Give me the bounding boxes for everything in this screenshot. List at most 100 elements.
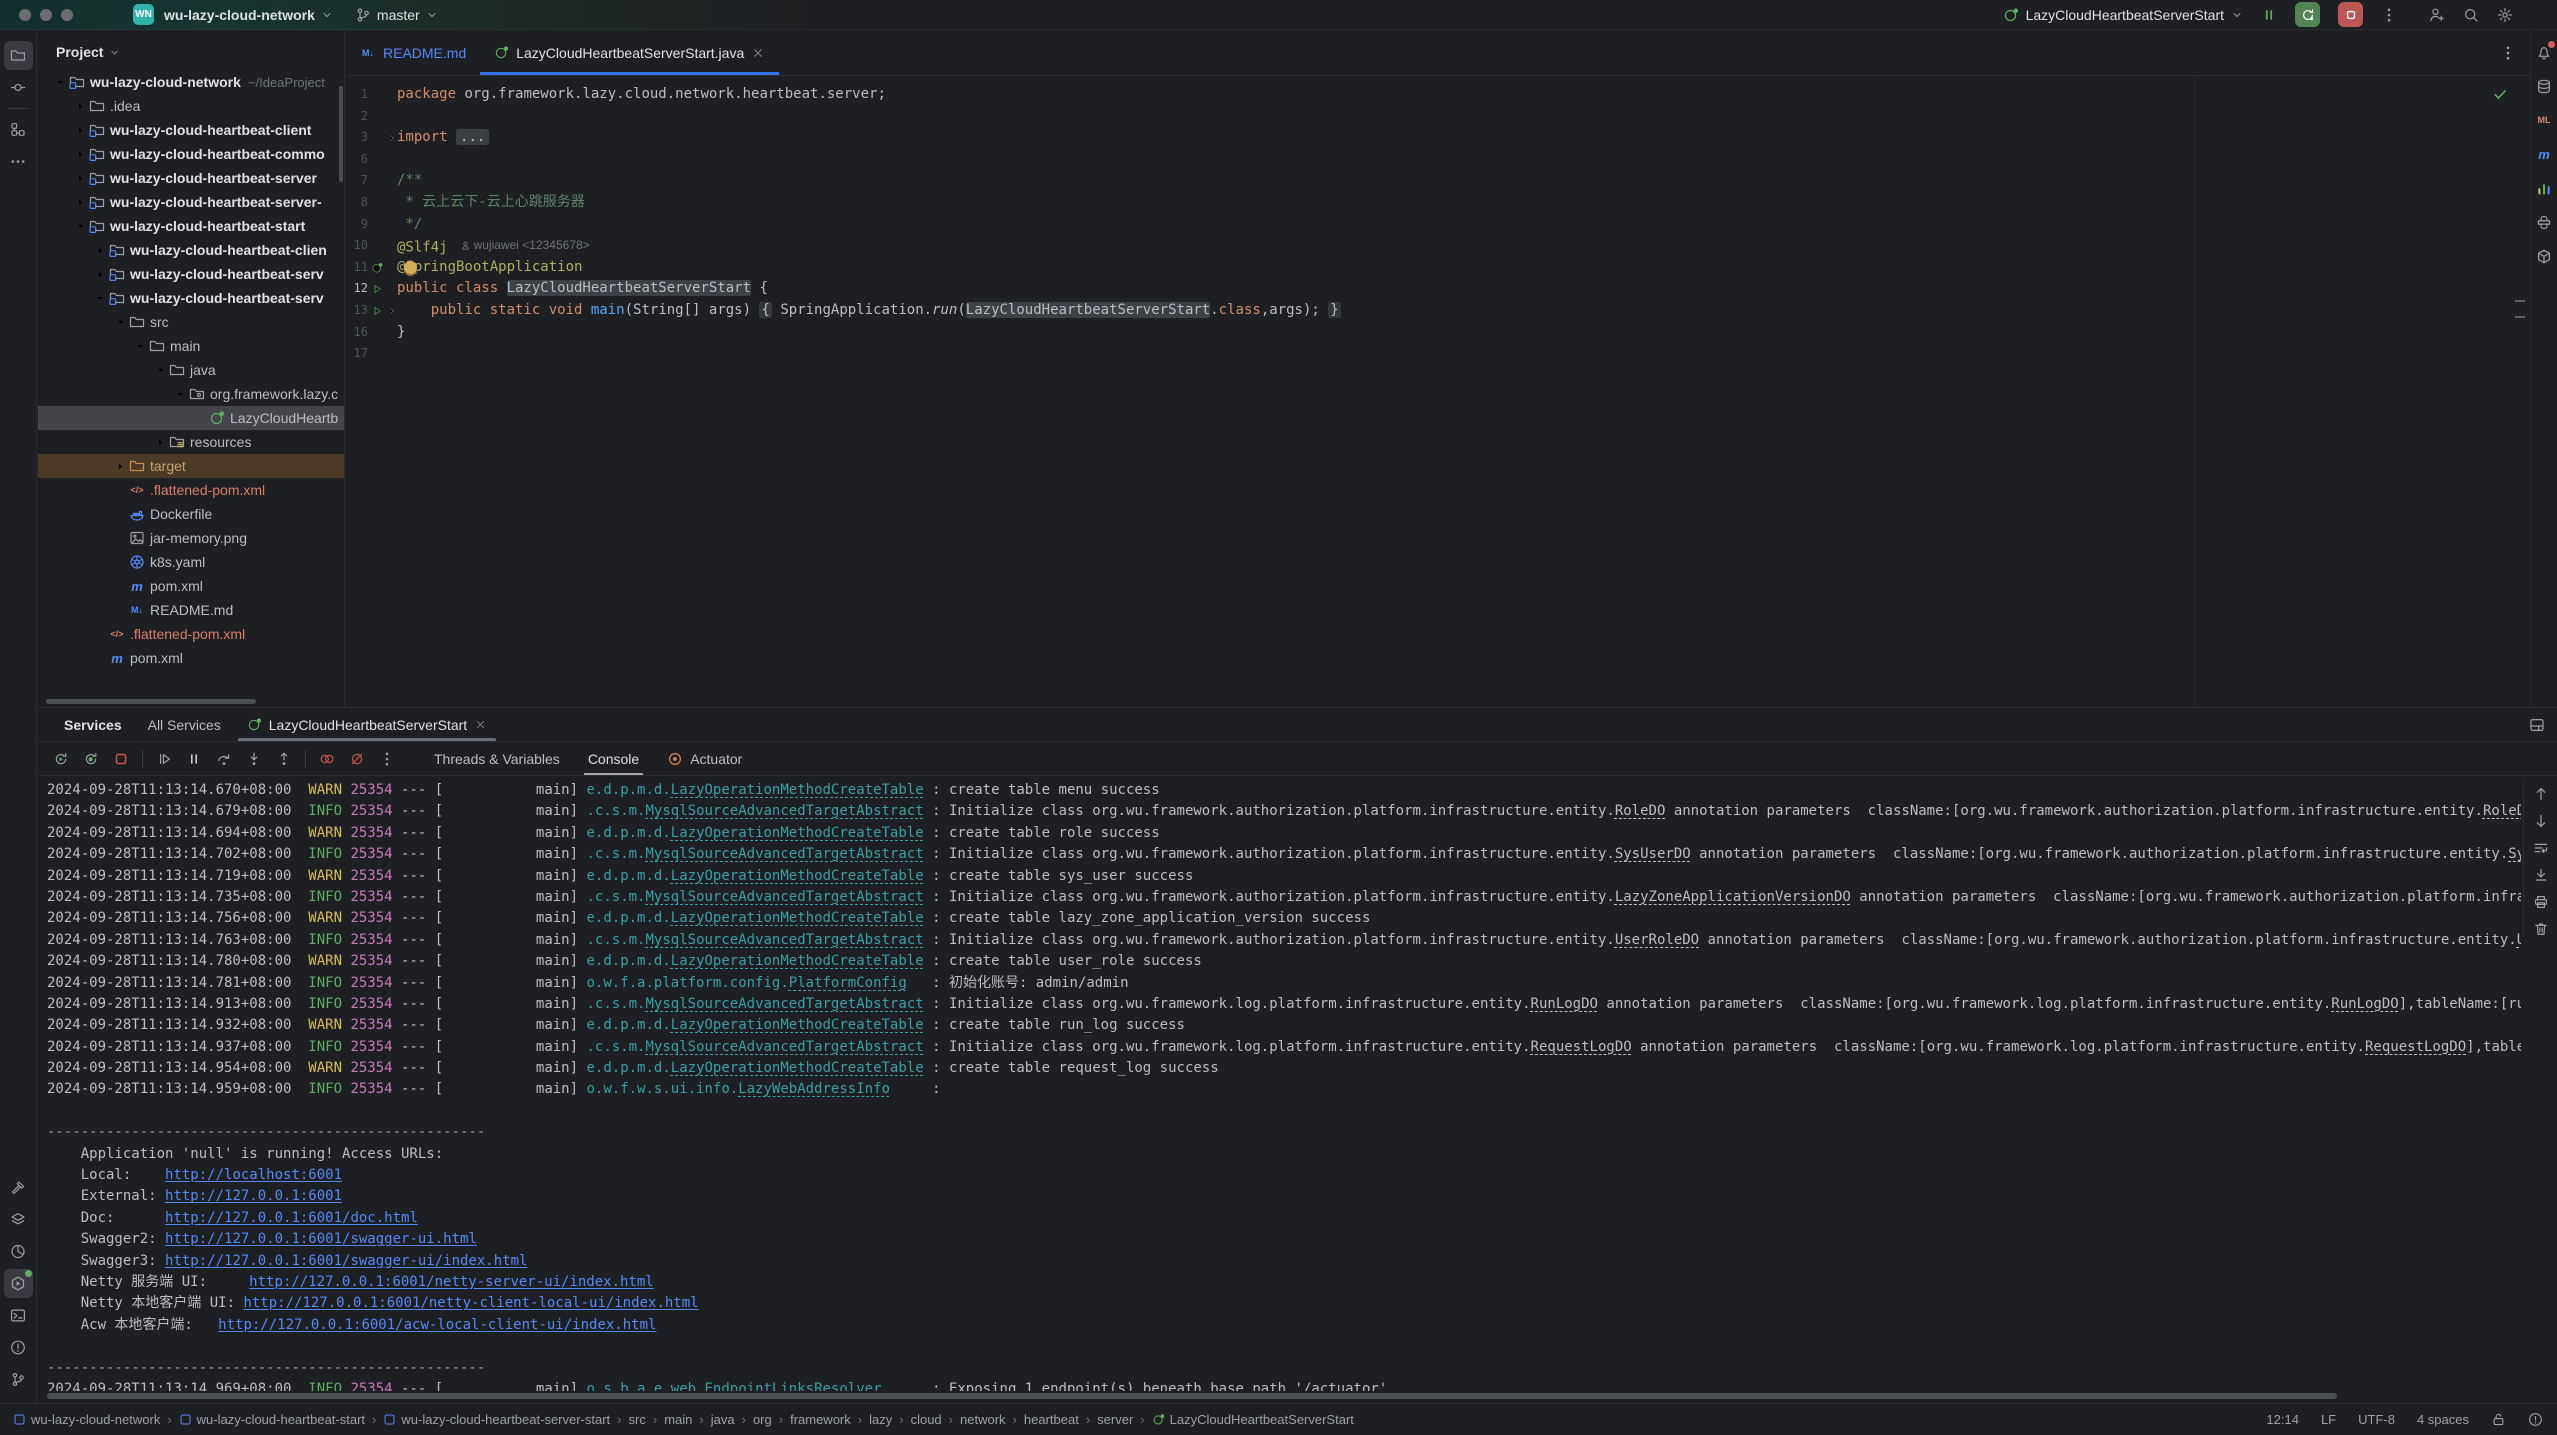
tool-stripe-item-structure[interactable]: [4, 115, 33, 144]
logger-link[interactable]: LazyOperationMethodCreateTable: [671, 825, 924, 841]
run-gutter-icon[interactable]: [368, 300, 386, 322]
logger-link[interactable]: LazyOperationMethodCreateTable: [671, 868, 924, 884]
tool-stripe-item-maven[interactable]: m: [2532, 142, 2556, 166]
logger-link[interactable]: MysqlSourceAdvancedTargetAbstract: [646, 932, 924, 948]
console-link[interactable]: http://localhost:6001: [165, 1167, 342, 1183]
tab-services[interactable]: Services: [51, 708, 135, 741]
tool-stripe-item-python-plugin[interactable]: [2532, 210, 2556, 234]
breadcrumb-item[interactable]: main: [664, 1412, 692, 1427]
console-horizontal-scrollbar[interactable]: [47, 1393, 2337, 1399]
tool-stripe-item-problems[interactable]: [4, 1333, 33, 1362]
tree-item[interactable]: wu-lazy-cloud-heartbeat-client: [38, 118, 344, 142]
logger-link[interactable]: MysqlSourceAdvancedTargetAbstract: [646, 846, 924, 862]
code-with-me-button[interactable]: [2429, 7, 2445, 23]
tree-item[interactable]: wu-lazy-cloud-heartbeat-serv: [38, 262, 344, 286]
logger-link[interactable]: MysqlSourceAdvancedTargetAbstract: [646, 996, 924, 1012]
tree-item[interactable]: </>.flattened-pom.xml: [38, 622, 344, 646]
chevron-collapsed-icon[interactable]: [72, 125, 89, 136]
console-output[interactable]: 2024-09-28T11:13:14.670+08:00 WARN 25354…: [38, 777, 2521, 1391]
breadcrumb-item[interactable]: src: [629, 1412, 646, 1427]
notifications-icon[interactable]: [2528, 1412, 2543, 1427]
tree-item[interactable]: src: [38, 310, 344, 334]
tool-stripe-item-database[interactable]: [2532, 74, 2556, 98]
tool-stripe-item-version-control[interactable]: [4, 1365, 33, 1394]
tool-stripe-item-packages[interactable]: [4, 1205, 33, 1234]
tree-item[interactable]: wu-lazy-cloud-heartbeat-clien: [38, 238, 344, 262]
logger-link[interactable]: LazyOperationMethodCreateTable: [671, 953, 924, 969]
rerun-button[interactable]: [48, 746, 74, 772]
view-breakpoints-button[interactable]: [344, 746, 370, 772]
breadcrumb-item[interactable]: heartbeat: [1024, 1412, 1079, 1427]
breadcrumb-item[interactable]: wu-lazy-cloud-heartbeat-server-start: [383, 1412, 610, 1427]
branch-widget[interactable]: master: [355, 7, 438, 23]
inspections-ok-icon[interactable]: [2492, 86, 2508, 102]
chevron-expanded-icon[interactable]: [152, 365, 169, 376]
debugger-tab-threads-variables[interactable]: Threads & Variables: [420, 742, 574, 775]
window-controls[interactable]: [19, 9, 73, 21]
chevron-collapsed-icon[interactable]: [112, 461, 129, 472]
chevron-expanded-icon[interactable]: [72, 221, 89, 232]
tree-item[interactable]: M↓README.md: [38, 598, 344, 622]
close-icon[interactable]: [474, 718, 487, 731]
tree-item[interactable]: mpom.xml: [38, 646, 344, 670]
tree-item[interactable]: resources: [38, 430, 344, 454]
tree-item[interactable]: org.framework.lazy.c: [38, 382, 344, 406]
tree-item[interactable]: target: [38, 454, 344, 478]
tree-item[interactable]: wu-lazy-cloud-network~/IdeaProject: [38, 70, 344, 94]
soft-wrap-button[interactable]: [2533, 840, 2549, 856]
breadcrumb-item[interactable]: lazy: [869, 1412, 892, 1427]
step-over-button[interactable]: [211, 746, 237, 772]
logger-link[interactable]: LazyOperationMethodCreateTable: [671, 910, 924, 926]
chevron-collapsed-icon[interactable]: [72, 101, 89, 112]
scroll-to-end-button[interactable]: [2533, 867, 2549, 883]
logger-link[interactable]: MysqlSourceAdvancedTargetAbstract: [646, 1039, 924, 1055]
logger-link[interactable]: LazyOperationMethodCreateTable: [671, 1060, 924, 1076]
stop-button[interactable]: [2338, 2, 2363, 27]
logger-link[interactable]: MysqlSourceAdvancedTargetAbstract: [646, 803, 924, 819]
scroll-up-button[interactable]: [2533, 786, 2549, 802]
logger-link[interactable]: MysqlSourceAdvancedTargetAbstract: [646, 889, 924, 905]
stop-button[interactable]: [108, 746, 134, 772]
fold-marker-icon[interactable]: [386, 300, 397, 322]
tool-stripe-item-dependencies[interactable]: [2532, 244, 2556, 268]
tree-item[interactable]: k8s.yaml: [38, 550, 344, 574]
logger-link[interactable]: EndpointLinksResolver: [705, 1381, 882, 1391]
console-link[interactable]: http://127.0.0.1:6001/doc.html: [165, 1210, 418, 1226]
project-panel-header[interactable]: Project: [38, 30, 344, 70]
tab-all-services[interactable]: All Services: [135, 708, 234, 741]
tab-readme[interactable]: M↓ README.md: [346, 30, 480, 75]
editor-options-button[interactable]: [2500, 45, 2516, 61]
settings-button[interactable]: [2497, 7, 2513, 23]
console-link[interactable]: http://127.0.0.1:6001/swagger-ui/index.h…: [165, 1253, 527, 1269]
debugger-tab-console[interactable]: Console: [574, 742, 653, 775]
chevron-collapsed-icon[interactable]: [72, 197, 89, 208]
close-icon[interactable]: [751, 46, 765, 60]
tree-item[interactable]: mpom.xml: [38, 574, 344, 598]
tool-stripe-item-project[interactable]: [4, 41, 33, 70]
tree-item[interactable]: wu-lazy-cloud-heartbeat-commo: [38, 142, 344, 166]
pause-button[interactable]: [181, 746, 207, 772]
tree-item[interactable]: .idea: [38, 94, 344, 118]
tree-item[interactable]: wu-lazy-cloud-heartbeat-serv: [38, 286, 344, 310]
mute-breakpoints-button[interactable]: [314, 746, 340, 772]
pause-output-button[interactable]: [2261, 7, 2277, 23]
status-widget-cursor-position[interactable]: 12:14: [2266, 1412, 2299, 1427]
status-widget-encoding[interactable]: UTF-8: [2358, 1412, 2395, 1427]
breadcrumb-item[interactable]: LazyCloudHeartbeatServerStart: [1152, 1412, 1354, 1427]
resume-button[interactable]: [151, 746, 177, 772]
tool-stripe-item-notifications[interactable]: [2532, 40, 2556, 64]
tool-stripe-item-ml-plugin[interactable]: ML: [2532, 108, 2556, 132]
tree-item[interactable]: LazyCloudHeartb: [38, 406, 344, 430]
unlock-icon[interactable]: [2491, 1412, 2506, 1427]
status-widget-line-separator[interactable]: LF: [2321, 1412, 2336, 1427]
tab-lazycloudheartbeatserverstart[interactable]: LazyCloudHeartbeatServerStart.java: [480, 30, 779, 75]
step-into-button[interactable]: [241, 746, 267, 772]
project-widget[interactable]: wu-lazy-cloud-network: [164, 7, 333, 23]
tool-stripe-item-terminal[interactable]: [4, 1301, 33, 1330]
clear-all-button[interactable]: [2533, 921, 2549, 937]
intention-bulb-icon[interactable]: [404, 261, 417, 274]
rerun-button[interactable]: [2295, 2, 2320, 27]
console-link[interactable]: http://127.0.0.1:6001/swagger-ui.html: [165, 1231, 477, 1247]
tree-item[interactable]: Dockerfile: [38, 502, 344, 526]
chevron-expanded-icon[interactable]: [92, 293, 109, 304]
